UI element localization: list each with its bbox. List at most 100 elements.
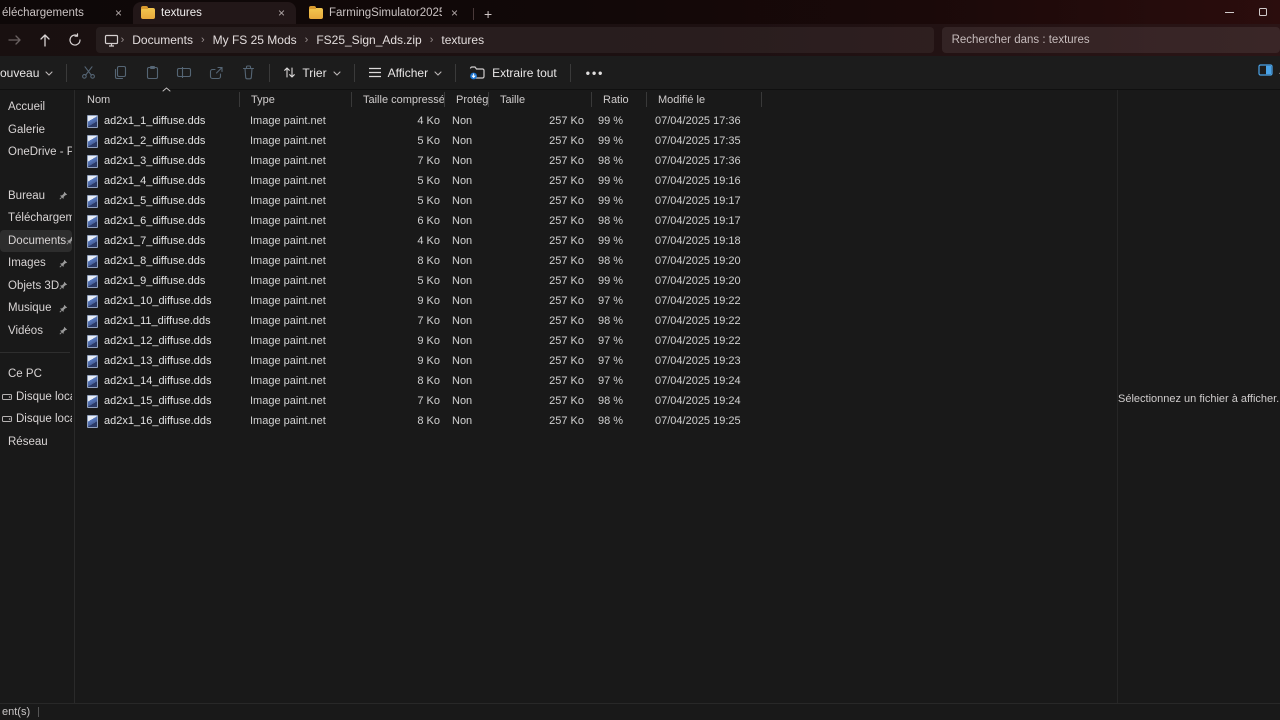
sidebar-item[interactable]: Disque local (C:): [0, 386, 72, 409]
more-options-button[interactable]: •••: [576, 66, 615, 80]
file-name: ad2x1_11_diffuse.dds: [104, 315, 211, 327]
tab-telechargements[interactable]: éléchargements ×: [0, 2, 133, 24]
file-modified: 07/04/2025 17:36: [647, 155, 762, 167]
table-row[interactable]: ad2x1_10_diffuse.dds Image paint.net 9 K…: [76, 291, 1117, 311]
file-compressed-size: 7 Ko: [352, 395, 445, 407]
column-header-type[interactable]: Type: [240, 92, 352, 107]
sidebar-item-label: Accueil: [8, 101, 45, 113]
table-row[interactable]: ad2x1_11_diffuse.dds Image paint.net 7 K…: [76, 311, 1117, 331]
file-protected: Non: [445, 315, 489, 327]
sort-icon: [283, 66, 296, 79]
dds-file-icon: [87, 195, 98, 208]
sidebar-item[interactable]: OneDrive - Persona: [0, 141, 72, 164]
table-row[interactable]: ad2x1_1_diffuse.dds Image paint.net 4 Ko…: [76, 111, 1117, 131]
tab-close-icon[interactable]: ×: [275, 6, 288, 20]
table-row[interactable]: ad2x1_4_diffuse.dds Image paint.net 5 Ko…: [76, 171, 1117, 191]
forward-button[interactable]: [0, 27, 30, 53]
table-row[interactable]: ad2x1_2_diffuse.dds Image paint.net 5 Ko…: [76, 131, 1117, 151]
dds-file-icon: [87, 155, 98, 168]
table-row[interactable]: ad2x1_7_diffuse.dds Image paint.net 4 Ko…: [76, 231, 1117, 251]
sidebar-item[interactable]: Vidéos: [0, 320, 72, 343]
table-row[interactable]: ad2x1_12_diffuse.dds Image paint.net 9 K…: [76, 331, 1117, 351]
sidebar-item[interactable]: Objets 3D: [0, 275, 72, 298]
sidebar-item[interactable]: Bureau: [0, 185, 72, 208]
table-row[interactable]: ad2x1_15_diffuse.dds Image paint.net 7 K…: [76, 391, 1117, 411]
file-size: 257 Ko: [489, 255, 592, 267]
sidebar-item[interactable]: Images: [0, 252, 72, 275]
column-header-modifie-le[interactable]: Modifié le: [647, 92, 762, 107]
column-header-nom[interactable]: Nom: [76, 92, 240, 107]
table-row[interactable]: ad2x1_16_diffuse.dds Image paint.net 8 K…: [76, 411, 1117, 431]
file-type: Image paint.net: [240, 315, 352, 327]
dds-file-icon: [87, 375, 98, 388]
file-type: Image paint.net: [240, 255, 352, 267]
sidebar-item[interactable]: Disque local (E:): [0, 408, 72, 431]
extract-all-button[interactable]: Extraire tout: [461, 59, 565, 87]
file-ratio: 97 %: [592, 375, 647, 387]
dds-file-icon: [87, 395, 98, 408]
sort-button[interactable]: Trier: [275, 59, 348, 87]
sidebar-item[interactable]: Réseau: [0, 431, 72, 454]
up-button[interactable]: [30, 27, 60, 53]
share-button[interactable]: [200, 59, 232, 87]
column-header-protege[interactable]: Protégé pa...: [445, 92, 489, 107]
file-compressed-size: 9 Ko: [352, 355, 445, 367]
table-row[interactable]: ad2x1_8_diffuse.dds Image paint.net 8 Ko…: [76, 251, 1117, 271]
tab-close-icon[interactable]: ×: [448, 6, 461, 20]
sidebar-item[interactable]: Ce PC: [0, 363, 72, 386]
refresh-button[interactable]: [60, 27, 90, 53]
file-protected: Non: [445, 275, 489, 287]
tab-farmingsimulator2025[interactable]: FarmingSimulator2025 ×: [301, 2, 469, 24]
file-name: ad2x1_16_diffuse.dds: [104, 415, 211, 427]
file-protected: Non: [445, 135, 489, 147]
column-header-taille-compressee[interactable]: Taille compressée: [352, 92, 445, 107]
search-placeholder: Rechercher dans : textures: [952, 34, 1090, 46]
file-compressed-size: 5 Ko: [352, 175, 445, 187]
sidebar-item[interactable]: Accueil: [0, 96, 72, 119]
file-type: Image paint.net: [240, 415, 352, 427]
breadcrumb-zip[interactable]: FS25_Sign_Ads.zip: [310, 33, 427, 47]
file-size: 257 Ko: [489, 395, 592, 407]
new-button[interactable]: ouveau: [0, 59, 61, 87]
file-name: ad2x1_9_diffuse.dds: [104, 275, 205, 287]
file-list-pane: Nom Type Taille compressée Protégé pa...…: [76, 90, 1117, 703]
rename-button[interactable]: [168, 59, 200, 87]
breadcrumb-documents[interactable]: Documents: [126, 33, 199, 47]
copy-button[interactable]: [104, 59, 136, 87]
sidebar-item[interactable]: Téléchargement: [0, 207, 72, 230]
sort-label: Trier: [302, 66, 326, 80]
table-row[interactable]: ad2x1_14_diffuse.dds Image paint.net 8 K…: [76, 371, 1117, 391]
table-row[interactable]: ad2x1_9_diffuse.dds Image paint.net 5 Ko…: [76, 271, 1117, 291]
sidebar-item[interactable]: Musique: [0, 297, 72, 320]
tab-close-icon[interactable]: ×: [112, 6, 125, 20]
column-header-taille[interactable]: Taille: [489, 92, 592, 107]
restore-button[interactable]: [1246, 0, 1280, 24]
navigation-sidebar: Accueil Galerie OneDrive - Persona Burea…: [0, 90, 75, 703]
file-type: Image paint.net: [240, 175, 352, 187]
search-input[interactable]: Rechercher dans : textures: [942, 27, 1280, 53]
minimize-button[interactable]: [1212, 0, 1246, 24]
file-modified: 07/04/2025 17:36: [647, 115, 762, 127]
column-header-ratio[interactable]: Ratio: [592, 92, 647, 107]
tab-textures[interactable]: textures ×: [133, 2, 296, 24]
file-compressed-size: 5 Ko: [352, 195, 445, 207]
preview-toggle-button[interactable]: Ap: [1258, 63, 1280, 77]
file-type: Image paint.net: [240, 355, 352, 367]
sidebar-item[interactable]: Galerie: [0, 119, 72, 142]
sidebar-item[interactable]: Documents: [0, 230, 72, 253]
address-bar[interactable]: › Documents › My FS 25 Mods › FS25_Sign_…: [96, 27, 934, 53]
file-compressed-size: 8 Ko: [352, 255, 445, 267]
pin-icon: [59, 259, 68, 268]
view-button[interactable]: Afficher: [360, 59, 450, 87]
new-tab-button[interactable]: +: [478, 6, 498, 22]
breadcrumb-textures[interactable]: textures: [435, 33, 490, 47]
cut-button[interactable]: [72, 59, 104, 87]
breadcrumb-my-fs-25-mods[interactable]: My FS 25 Mods: [207, 33, 303, 47]
table-row[interactable]: ad2x1_13_diffuse.dds Image paint.net 9 K…: [76, 351, 1117, 371]
table-row[interactable]: ad2x1_5_diffuse.dds Image paint.net 5 Ko…: [76, 191, 1117, 211]
delete-button[interactable]: [232, 59, 264, 87]
paste-button[interactable]: [136, 59, 168, 87]
file-ratio: 99 %: [592, 235, 647, 247]
table-row[interactable]: ad2x1_6_diffuse.dds Image paint.net 6 Ko…: [76, 211, 1117, 231]
table-row[interactable]: ad2x1_3_diffuse.dds Image paint.net 7 Ko…: [76, 151, 1117, 171]
